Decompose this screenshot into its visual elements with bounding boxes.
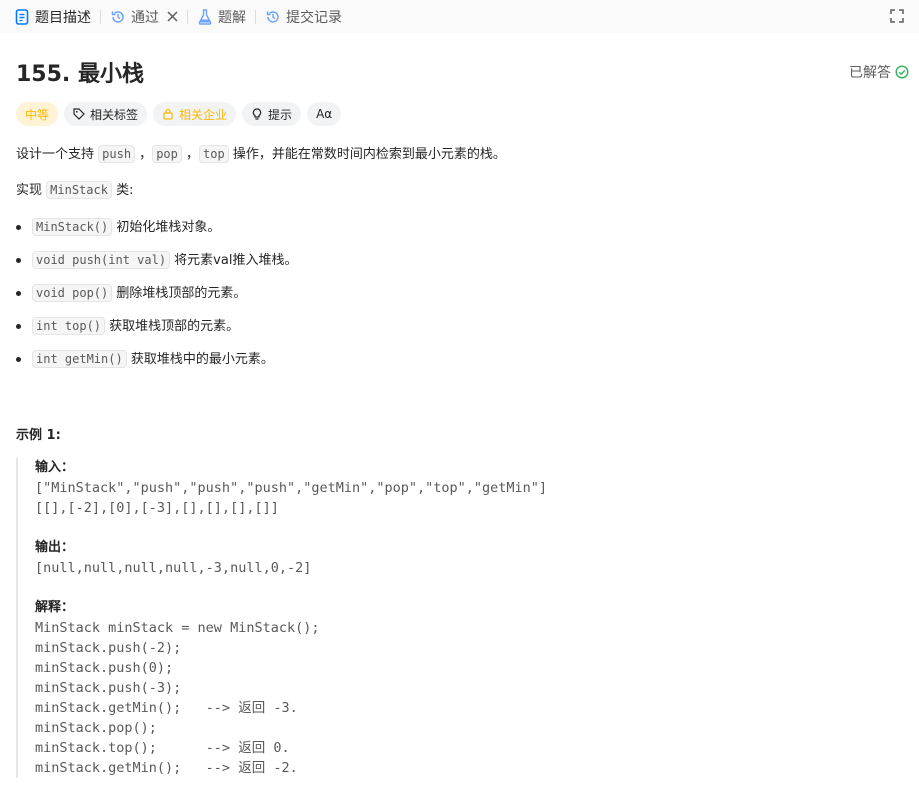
explanation-label: 解释： <box>35 600 75 615</box>
tab-divider <box>100 9 101 24</box>
tab-solutions[interactable]: 题解 <box>193 0 250 33</box>
code-line: minStack.push(0); <box>35 660 174 676</box>
code-line: minStack.top(); --> 返回 0. <box>35 740 290 756</box>
code-line: [null,null,null,null,-3,null,0,-2] <box>35 560 312 576</box>
related-companies-button[interactable]: 相关企业 <box>153 102 237 126</box>
tab-divider <box>187 9 188 24</box>
font-size-button[interactable]: Aα <box>307 102 342 126</box>
tab-accepted-label: 通过 <box>131 9 159 26</box>
text: 获取堆栈顶部的元素。 <box>105 319 240 334</box>
history-icon <box>265 9 281 25</box>
text: 实现 <box>16 183 47 198</box>
tab-solutions-label: 题解 <box>218 9 246 26</box>
difficulty-label: 中等 <box>25 107 50 122</box>
text: 将元素val推入堆栈。 <box>170 253 298 268</box>
inline-code: void pop() <box>32 284 113 302</box>
code-line: minStack.push(-3); <box>35 680 182 696</box>
description-paragraph: 设计一个支持 push ， pop ， top 操作，并能在常数时间内检索到最小元素… <box>16 144 506 165</box>
text: 设计一个支持 <box>16 147 99 162</box>
text: ， <box>181 147 200 162</box>
inline-code: MinStack <box>46 181 112 199</box>
text: 初始化堆栈对象。 <box>112 220 221 235</box>
solved-status-label: 已解答 <box>849 65 891 81</box>
code-line: minStack.getMin(); --> 返回 -3. <box>35 700 298 716</box>
inline-code: int getMin() <box>32 350 127 368</box>
example-block: 输入： ["MinStack","push","push","push","ge… <box>16 458 616 778</box>
related-companies-label: 相关企业 <box>179 107 228 122</box>
hint-label: 提示 <box>268 107 293 122</box>
related-tags-button[interactable]: 相关标签 <box>64 102 148 126</box>
tab-description-label: 题目描述 <box>35 9 91 26</box>
problem-title: 155. 最小栈 <box>16 62 144 87</box>
font-size-label: Aα <box>316 107 333 121</box>
code-line: minStack.push(-2); <box>35 640 182 656</box>
example-title: 示例 1: <box>16 428 61 443</box>
tab-accepted[interactable]: 通过 <box>106 0 182 33</box>
problem-tags: 中等 相关标签 相关企业 提示 Aα <box>16 102 342 126</box>
code-line: minStack.pop(); <box>35 720 157 736</box>
related-tags-label: 相关标签 <box>90 107 139 122</box>
code-line: [[],[-2],[0],[-3],[],[],[],[]] <box>35 500 279 516</box>
text: 类: <box>111 183 134 198</box>
tab-submissions-label: 提交记录 <box>286 9 342 26</box>
lock-icon <box>162 108 174 120</box>
input-label: 输入： <box>35 460 75 475</box>
text: 操作，并能在常数时间内检索到最小元素的栈。 <box>228 147 506 162</box>
tab-bar: 题目描述 通过 题解 提交记录 <box>0 0 919 33</box>
code-line: MinStack minStack = new MinStack(); <box>35 620 320 636</box>
tag-icon <box>73 108 85 120</box>
hint-button[interactable]: 提示 <box>242 102 302 126</box>
inline-code: top <box>199 145 229 163</box>
difficulty-badge: 中等 <box>16 102 59 126</box>
text: 获取堆栈中的最小元素。 <box>126 352 274 367</box>
lightbulb-icon <box>251 108 263 120</box>
tab-description[interactable]: 题目描述 <box>10 0 95 33</box>
tab-submissions[interactable]: 提交记录 <box>261 0 346 33</box>
list-item: void push(int val) 将元素val推入堆栈。 <box>16 250 297 271</box>
output-label: 输出： <box>35 540 75 555</box>
list-item: int getMin() 获取堆栈中的最小元素。 <box>16 349 274 370</box>
list-item: int top() 获取堆栈顶部的元素。 <box>16 316 239 337</box>
tab-divider <box>255 9 256 24</box>
document-icon <box>14 8 30 25</box>
expand-icon[interactable] <box>889 8 905 24</box>
list-item: void pop() 删除堆栈顶部的元素。 <box>16 283 246 304</box>
close-icon[interactable] <box>167 8 178 26</box>
check-circle-icon <box>895 65 909 79</box>
inline-code: void push(int val) <box>32 251 171 269</box>
solved-status: 已解答 <box>849 62 909 82</box>
inline-code: pop <box>152 145 182 163</box>
code-line: ["MinStack","push","push","push","getMin… <box>35 480 548 496</box>
history-icon <box>110 9 126 25</box>
list-item: MinStack() 初始化堆栈对象。 <box>16 217 220 238</box>
text: ， <box>135 147 153 162</box>
code-line: minStack.getMin(); --> 返回 -2. <box>35 760 298 776</box>
flask-icon <box>197 8 213 25</box>
text: 删除堆栈顶部的元素。 <box>112 286 247 301</box>
description-paragraph: 实现 MinStack 类: <box>16 180 133 201</box>
inline-code: MinStack() <box>32 218 113 236</box>
inline-code: push <box>98 145 136 163</box>
inline-code: int top() <box>32 317 106 335</box>
